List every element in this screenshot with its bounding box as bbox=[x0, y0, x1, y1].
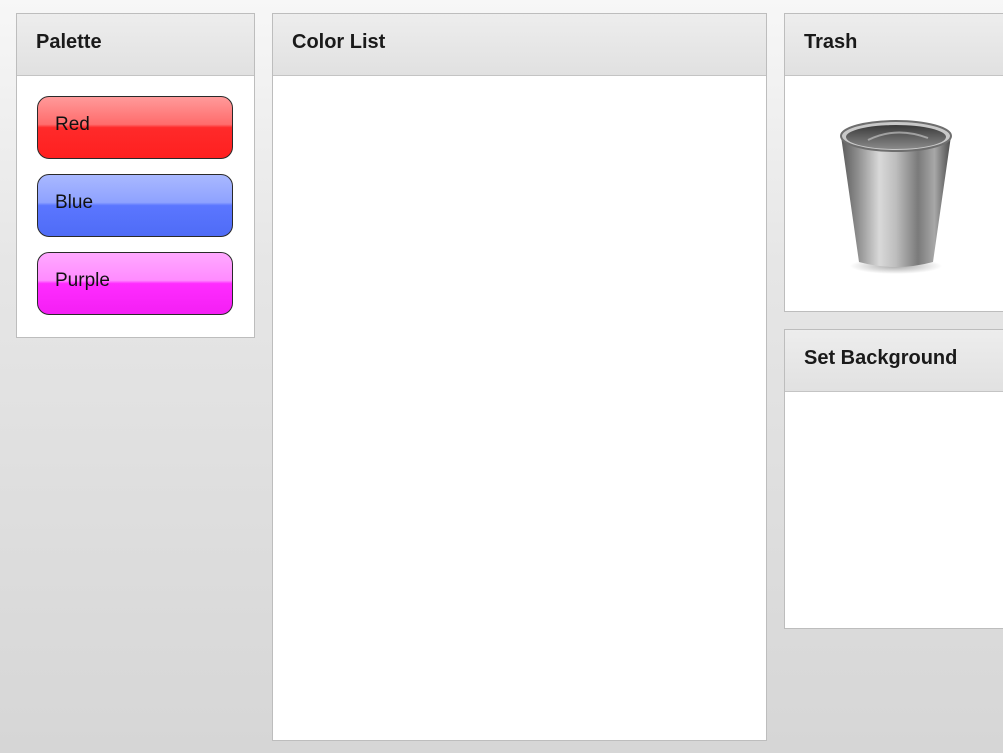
color-button-red[interactable]: Red bbox=[37, 96, 233, 159]
color-button-purple[interactable]: Purple bbox=[37, 252, 233, 315]
color-list-header: Color List bbox=[273, 14, 766, 76]
trash-panel[interactable]: Trash bbox=[784, 13, 1003, 312]
color-list-panel[interactable]: Color List bbox=[272, 13, 767, 741]
set-background-header: Set Background bbox=[785, 330, 1003, 392]
color-button-blue[interactable]: Blue bbox=[37, 174, 233, 237]
trash-dropzone[interactable] bbox=[785, 76, 1003, 311]
palette-header: Palette bbox=[17, 14, 254, 76]
set-background-panel[interactable]: Set Background bbox=[784, 329, 1003, 629]
trash-header: Trash bbox=[785, 14, 1003, 76]
trash-can-icon[interactable] bbox=[833, 116, 959, 276]
palette-panel: Palette Red Blue Purple bbox=[16, 13, 255, 338]
